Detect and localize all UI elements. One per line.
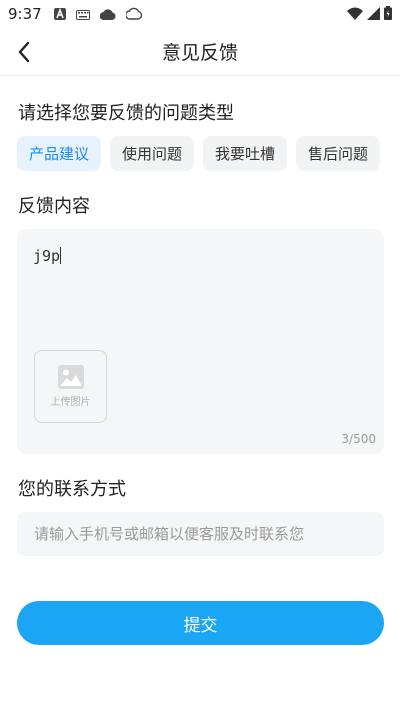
- status-icons-right: [347, 5, 392, 24]
- cloud-icon: [99, 5, 116, 24]
- chevron-left-icon: [18, 41, 30, 63]
- upload-image-label: 上传图片: [50, 397, 91, 408]
- feedback-content-value: j9p: [33, 247, 61, 265]
- battery-icon: [384, 5, 392, 24]
- type-chip-complaint[interactable]: 我要吐槽: [203, 136, 288, 171]
- status-icons-left: [53, 5, 142, 24]
- feedback-type-group: 产品建议 使用问题 我要吐槽 售后问题: [17, 136, 381, 171]
- text-caret: [60, 247, 62, 264]
- a-badge-icon: [53, 5, 66, 24]
- contact-field: [17, 512, 384, 556]
- feedback-content-text: j9p: [33, 247, 62, 265]
- content-section-title: 反馈内容: [18, 196, 90, 217]
- type-chip-after-sales[interactable]: 售后问题: [296, 136, 381, 171]
- wifi-icon: [347, 5, 363, 24]
- feedback-content-textarea[interactable]: j9p 上传图片 3/500: [17, 229, 384, 454]
- cloud-outline-icon: [124, 5, 142, 24]
- type-chip-usage-issue[interactable]: 使用问题: [110, 136, 195, 171]
- nav-bar: 意见反馈: [0, 28, 400, 76]
- submit-button[interactable]: 提交: [17, 601, 384, 645]
- char-counter: 3/500: [341, 432, 376, 446]
- image-icon: [57, 365, 84, 389]
- contact-input[interactable]: [17, 512, 384, 556]
- upload-image-button[interactable]: 上传图片: [34, 350, 107, 423]
- status-bar: 9:37: [0, 0, 400, 28]
- status-time: 9:37: [8, 5, 42, 23]
- type-section-title: 请选择您要反馈的问题类型: [18, 103, 234, 124]
- page-title: 意见反馈: [161, 42, 238, 64]
- signal-icon: [367, 5, 380, 24]
- contact-section-title: 您的联系方式: [18, 479, 126, 500]
- type-chip-product-suggestion[interactable]: 产品建议: [17, 136, 102, 171]
- keyboard-icon: [75, 5, 90, 24]
- back-button[interactable]: [8, 36, 40, 68]
